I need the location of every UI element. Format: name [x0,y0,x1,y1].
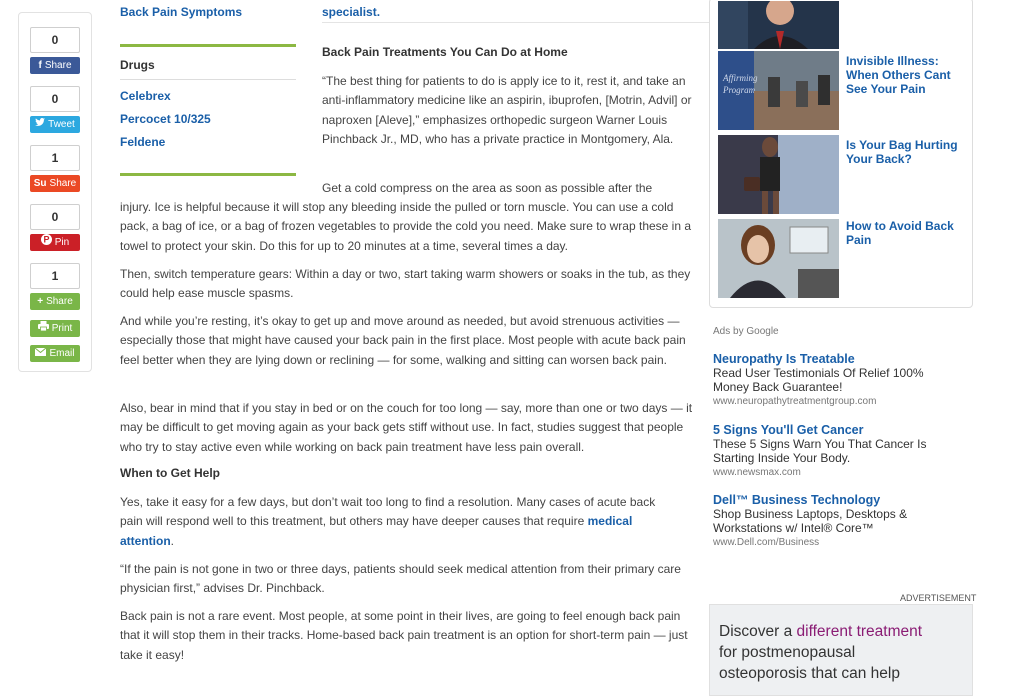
twitter-count: 0 [30,86,80,112]
pin-label: Pin [54,237,70,248]
stumbleupon-share-button[interactable]: Su Share [30,175,80,192]
advertisement-label: ADVERTISEMENT [900,593,977,603]
twitter-share: 0 Tweet [30,86,80,133]
ad-url[interactable]: www.newsmax.com [713,467,953,478]
resolution-end: . [170,533,175,548]
email-label: Email [49,348,75,359]
back-pain-symptoms-link[interactable]: Back Pain Symptoms [120,5,242,19]
stumbleupon-icon: Su [33,178,47,189]
paragraph-pinchback-quote: “If the pain is not gone in two or three… [120,562,681,596]
when-to-get-help-heading: When to Get Help [120,466,220,480]
facebook-share-label: Share [44,60,72,71]
drug-link-feldene[interactable]: Feldene [120,135,165,149]
drugs-heading: Drugs [120,58,155,72]
facebook-share: 0 f Share [30,27,80,74]
resolution-text: Yes, take it easy for a few days, but do… [120,495,656,529]
pin-button[interactable]: P Pin [30,234,80,251]
more-share-button[interactable]: + Share [30,293,80,310]
video-thumbnail-bag-hurting[interactable] [718,135,839,214]
video-thumbnail-invisible-illness[interactable]: Affirming Program [718,51,839,130]
drug-link-celebrex[interactable]: Celebrex [120,89,171,103]
ad-description: Read User Testimonials Of Relief 100% Mo… [713,366,924,394]
ads-by-google-label: Ads by Google [713,326,779,337]
ad-item-dell: Dell™ Business Technology Shop Business … [713,493,953,548]
more-share-label: Share [46,296,73,307]
stumbleupon-share: 1 Su Share [30,145,80,192]
home-treatments-heading: Back Pain Treatments You Can Do at Home [322,45,568,59]
paragraph-resolution: Yes, take it easy for a few days, but do… [120,493,672,551]
pinterest-icon: P [40,234,52,251]
tweet-button[interactable]: Tweet [30,116,80,133]
print-button[interactable]: Print [30,320,80,337]
ad-url[interactable]: www.neuropathytreatmentgroup.com [713,396,953,407]
printer-icon [37,320,49,337]
heading-rule [120,79,296,80]
video-thumbnail-top[interactable] [718,1,839,49]
svg-text:P: P [43,235,49,245]
email-button[interactable]: Email [30,345,80,362]
ad-title-link[interactable]: Neuropathy Is Treatable [713,352,953,366]
svg-text:Affirming: Affirming [722,73,758,83]
specialist-link[interactable]: specialist. [322,5,380,19]
facebook-share-button[interactable]: f Share [30,57,80,74]
ad-description: These 5 Signs Warn You That Cancer Is St… [713,437,927,465]
pinterest-share: 0 P Pin [30,204,80,251]
ad-description: Shop Business Laptops, Desktops & Workst… [713,507,908,535]
more-share-count: 1 [30,263,80,289]
svg-text:Program: Program [722,85,756,95]
paragraph-cold-compress: injury. Ice is helpful because it will s… [120,200,692,253]
ad-highlight-text: different treatment [796,623,923,640]
stumbleupon-count: 1 [30,145,80,171]
more-share: 1 + Share [30,263,80,310]
share-rail: 0 f Share 0 Tweet 1 Su Share 0 P Pin 1 +… [18,12,92,372]
facebook-icon: f [38,60,42,71]
related-videos: Affirming Program Invisible Illness: Whe… [709,0,973,308]
pinterest-count: 0 [30,204,80,230]
ad-line-2: for postmenopausal [719,644,856,661]
ad-line-1-text: Discover a [719,623,797,640]
osteoporosis-advertisement[interactable]: Discover a different treatment for postm… [709,604,973,696]
paragraph-temperature: Then, switch temperature gears: Within a… [120,267,691,301]
ad-item-neuropathy: Neuropathy Is Treatable Read User Testim… [713,352,953,407]
ad-url[interactable]: www.Dell.com/Business [713,537,953,548]
ad-item-cancer: 5 Signs You'll Get Cancer These 5 Signs … [713,423,953,478]
video-thumbnail-avoid-back-pain[interactable] [718,219,839,298]
ad-title-link[interactable]: Dell™ Business Technology [713,493,953,507]
plus-icon: + [37,296,44,307]
paragraph-ice-rest: “The best thing for patients to do is ap… [322,74,692,147]
ad-line-1: Discover a different treatment [719,621,922,642]
ad-title-link[interactable]: 5 Signs You'll Get Cancer [713,423,953,437]
video-link-invisible-illness[interactable]: Invisible Illness: When Others Cant See … [846,54,966,96]
paragraph-cold-compress-start: Get a cold compress on the area as soon … [322,181,653,195]
ad-line-3: osteoporosis that can help [719,665,900,682]
section-divider-bottom [120,173,296,176]
paragraph-resting: And while you’re resting, it’s okay to g… [120,314,686,367]
stumbleupon-share-label: Share [49,178,77,189]
paragraph-conclusion: Back pain is not a rare event. Most peop… [120,609,688,662]
paragraph-stay-active: Also, bear in mind that if you stay in b… [120,401,693,454]
video-link-bag-hurting[interactable]: Is Your Bag Hurting Your Back? [846,138,966,166]
tweet-label: Tweet [48,119,75,130]
twitter-bird-icon [35,116,46,133]
video-link-avoid-back-pain[interactable]: How to Avoid Back Pain [846,219,966,247]
advertisement-copy: Discover a different treatment for postm… [719,621,922,684]
facebook-count: 0 [30,27,80,53]
print-label: Print [51,323,73,334]
section-divider [120,44,296,47]
drug-link-percocet[interactable]: Percocet 10/325 [120,112,211,126]
envelope-icon [35,345,47,362]
